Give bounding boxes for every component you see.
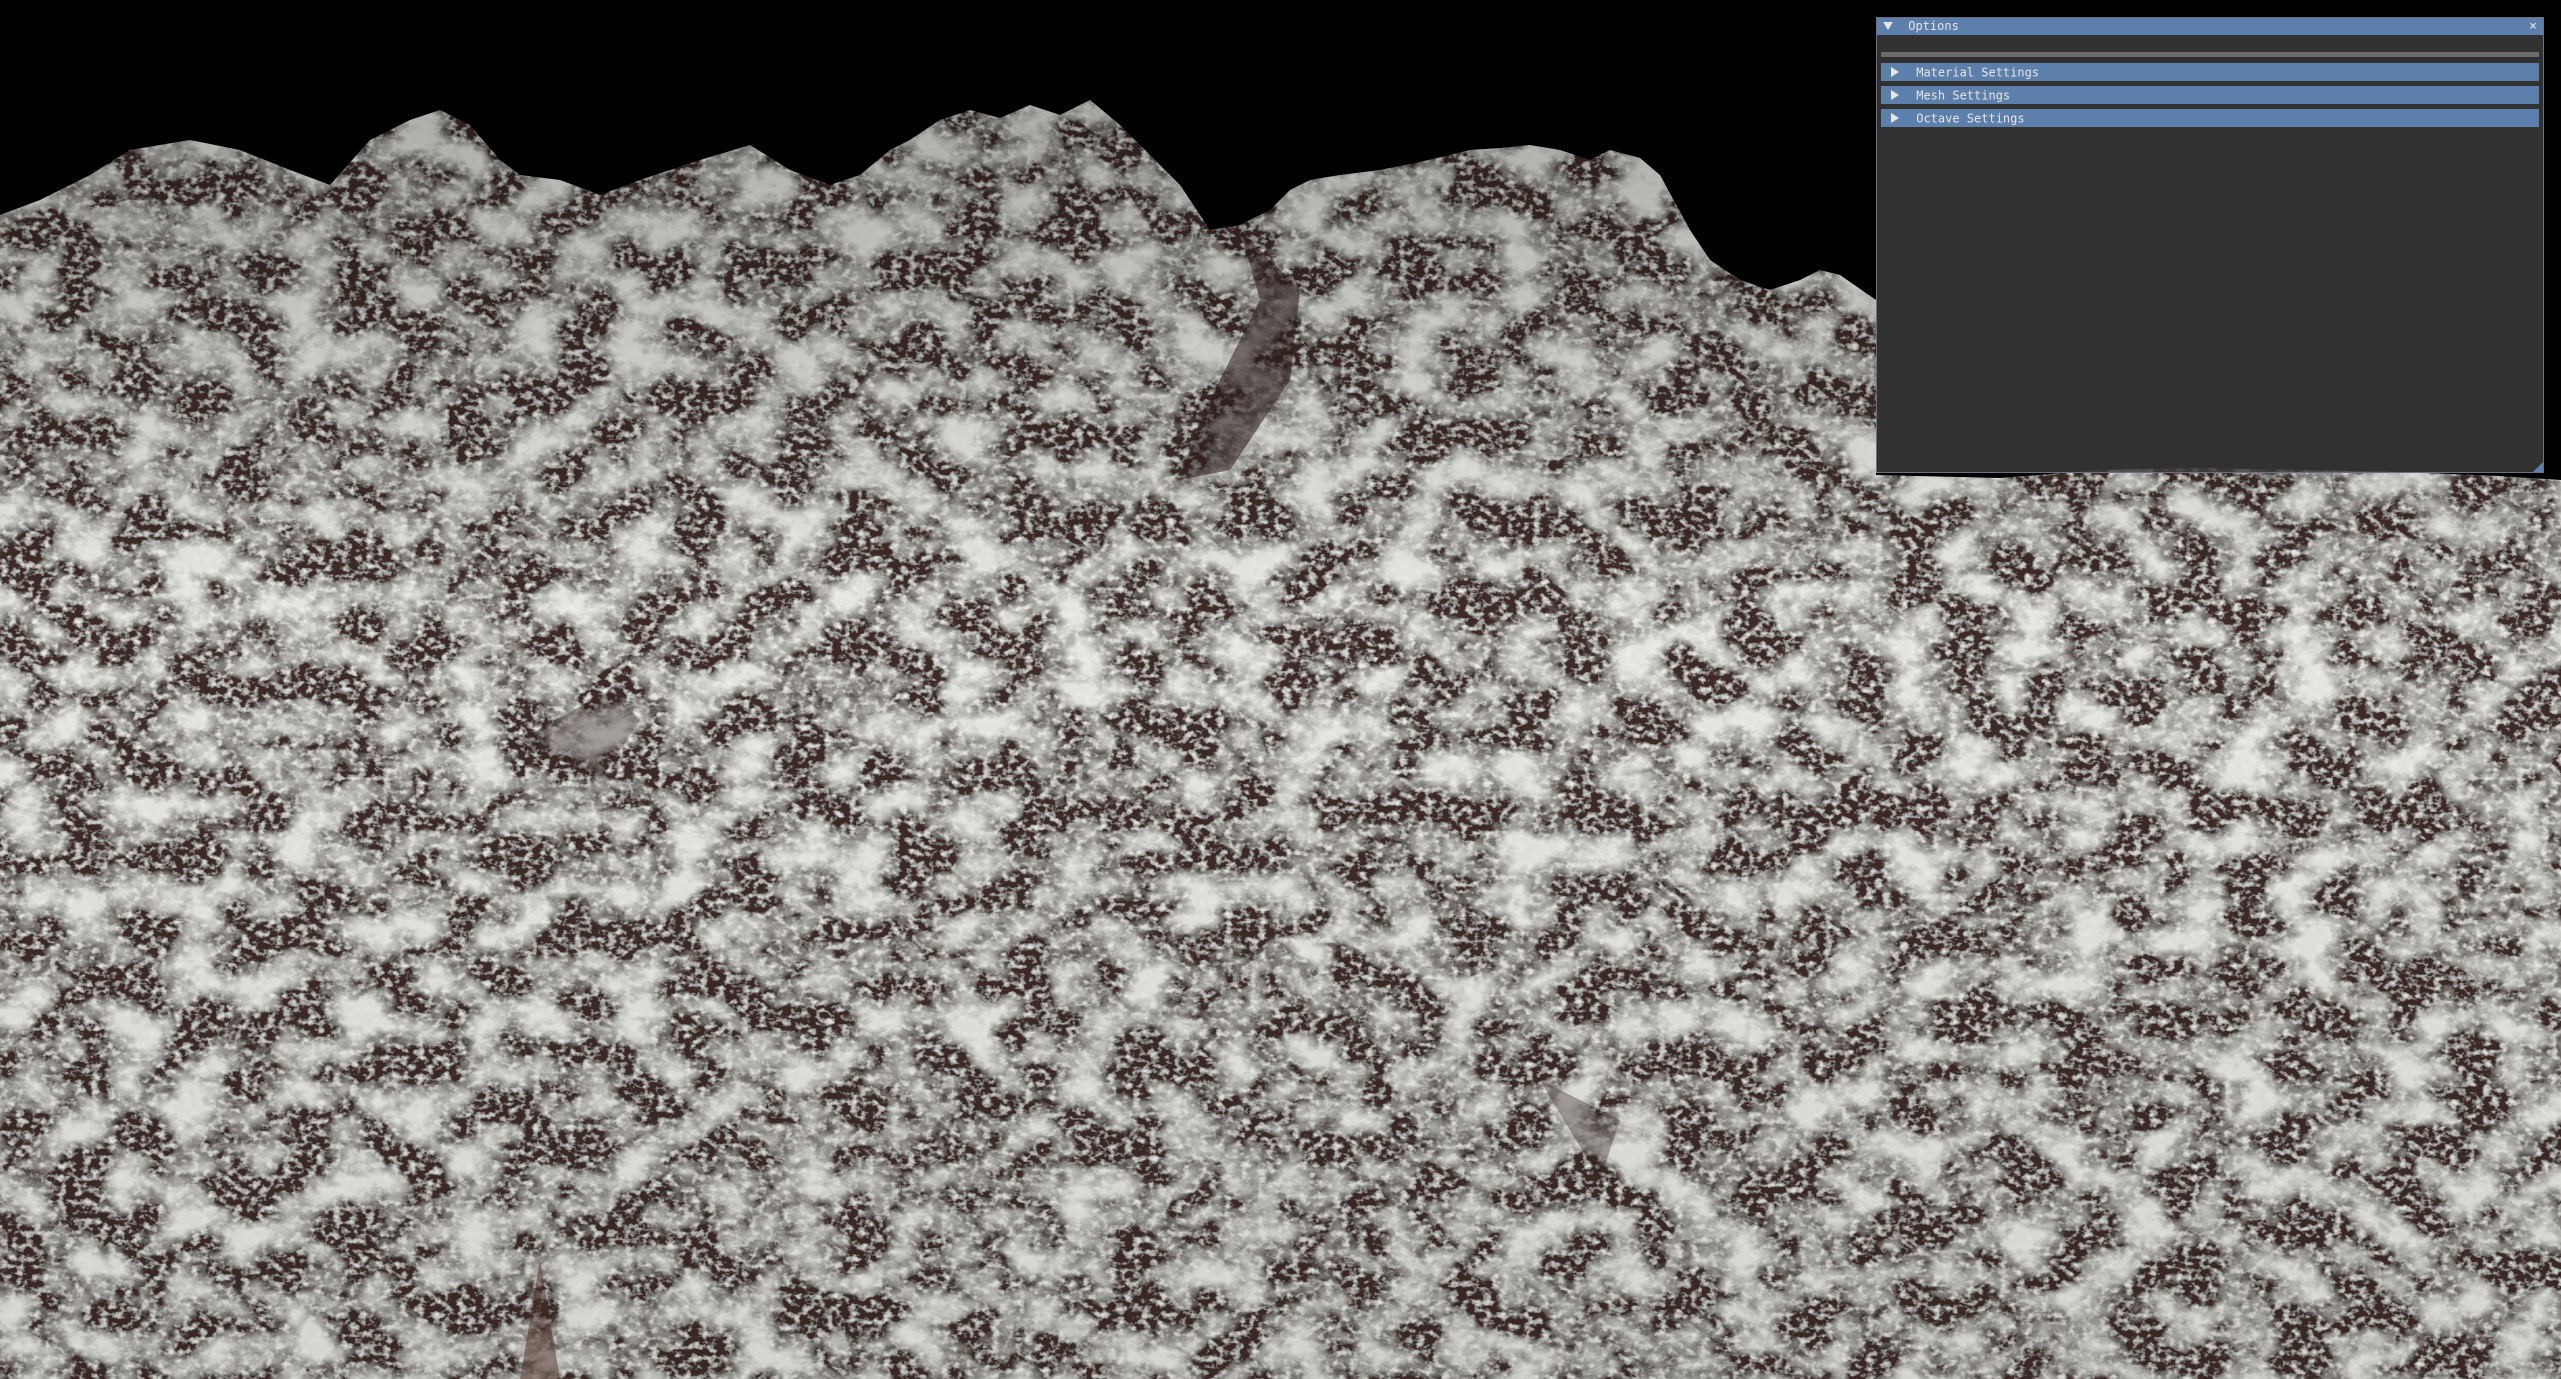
header-octave-settings[interactable]: Octave Settings: [1881, 109, 2539, 127]
menu-strip: [1881, 52, 2539, 57]
close-icon[interactable]: ×: [2529, 18, 2537, 35]
triangle-right-icon: [1891, 89, 1899, 100]
resize-grip-icon[interactable]: [2533, 462, 2543, 472]
header-label: Mesh Settings: [1916, 88, 2011, 103]
header-label: Material Settings: [1916, 65, 2040, 80]
triangle-down-icon[interactable]: [1883, 21, 1893, 30]
header-material-settings[interactable]: Material Settings: [1881, 63, 2539, 81]
header-label: Octave Settings: [1916, 111, 2025, 126]
triangle-right-icon: [1891, 66, 1899, 77]
header-mesh-settings[interactable]: Mesh Settings: [1881, 86, 2539, 104]
options-window[interactable]: Options × Material Settings Mesh Setting…: [1876, 17, 2544, 473]
options-window-title: Options: [1908, 19, 1959, 33]
options-titlebar[interactable]: Options ×: [1877, 18, 2543, 35]
triangle-right-icon: [1891, 112, 1899, 123]
render-viewport[interactable]: Options × Material Settings Mesh Setting…: [0, 0, 2561, 1379]
